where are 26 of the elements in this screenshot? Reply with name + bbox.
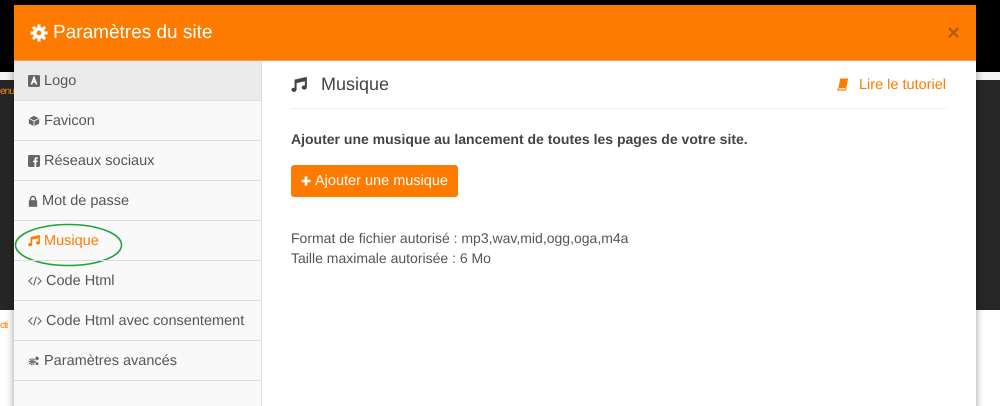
dialog-title: Paramètres du site	[53, 22, 212, 44]
menu-text: enu	[0, 86, 14, 97]
music-note-icon	[28, 234, 40, 246]
sidebar-item[interactable]: Logo	[14, 61, 261, 101]
menu-text: cti	[0, 320, 8, 331]
lock-icon	[28, 194, 38, 206]
sidebar-item[interactable]: Mot de passe	[14, 181, 261, 221]
cube-icon	[28, 114, 40, 126]
sidebar-item[interactable]: Réseaux sociaux	[14, 141, 261, 181]
book-icon	[836, 78, 849, 91]
music-note-icon	[291, 76, 307, 92]
info-text: Format de fichier autorisé : mp3,wav,mid,ogg,oga,m4a	[291, 229, 630, 248]
section-title: Musique	[321, 74, 390, 95]
plus-icon	[301, 176, 311, 186]
description-text: Ajouter une musique au lancement de toutes les pages de votre site.	[291, 131, 749, 147]
gear-icon	[30, 24, 48, 42]
code-icon	[28, 274, 42, 286]
gears-icon	[28, 354, 40, 366]
sidebar-item[interactable]: Code Html	[14, 261, 261, 301]
facebook-icon	[28, 154, 40, 166]
sidebar-item[interactable]: Favicon	[14, 101, 261, 141]
letter-a-icon	[28, 74, 40, 86]
code-icon	[28, 314, 42, 326]
info-text: Taille maximale autorisée : 6 Mo	[291, 249, 492, 268]
sidebar-item[interactable]: Code Html avec consentement	[14, 301, 261, 341]
sidebar-item[interactable]: Paramètres avancés	[14, 341, 261, 381]
